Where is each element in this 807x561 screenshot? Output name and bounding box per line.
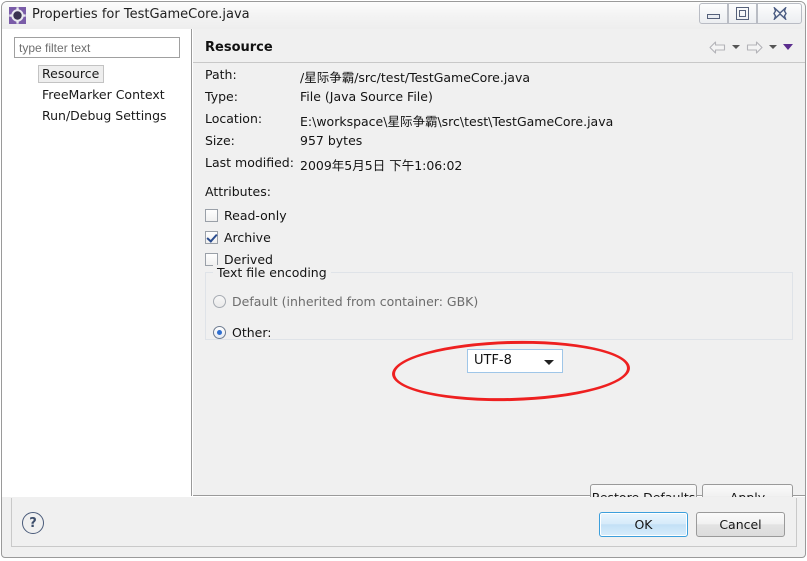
back-history-chevron-down-icon[interactable] [728, 38, 743, 56]
cancel-button[interactable]: Cancel [696, 512, 785, 537]
checkbox-archive[interactable]: Archive [205, 228, 271, 246]
property-value: 2009年5月5日 下午1:06:02 [300, 158, 463, 173]
property-label: Path: [205, 67, 237, 82]
tree-item-run-debug-settings[interactable]: Run/Debug Settings [38, 107, 172, 125]
help-icon[interactable]: ? [22, 512, 44, 534]
radio-encoding-default[interactable]: Default (inherited from container: GBK) [213, 292, 478, 310]
property-row-last-modified: Last modified: 2009年5月5日 下午1:06:02 [205, 155, 462, 174]
checkbox-read-only[interactable]: Read-only [205, 206, 287, 224]
filter-input[interactable] [14, 37, 180, 58]
restore-icon [729, 4, 756, 23]
checkbox-icon [205, 252, 218, 266]
close-button[interactable] [757, 3, 802, 24]
properties-dialog-window: Properties for TestGameCore.java Resourc… [0, 0, 807, 561]
tree-item-freemarker-context[interactable]: FreeMarker Context [38, 86, 170, 104]
page-header-separator [193, 62, 805, 63]
dialog-content: Resource FreeMarker Context Run/Debug Se… [2, 29, 805, 526]
title-bar[interactable]: Properties for TestGameCore.java [2, 2, 805, 29]
property-value: /星际争霸/src/test/TestGameCore.java [300, 70, 531, 85]
settings-tree-panel: Resource FreeMarker Context Run/Debug Se… [2, 29, 192, 496]
close-icon [758, 4, 801, 23]
checkbox-label: Archive [224, 229, 271, 245]
property-row-path: Path: /星际争霸/src/test/TestGameCore.java [205, 67, 530, 86]
checkbox-label: Read-only [224, 207, 287, 223]
minimize-button[interactable] [699, 3, 728, 24]
property-label: Location: [205, 111, 263, 126]
property-row-location: Location: E:\workspace\星际争霸\src\test\Test… [205, 111, 613, 130]
resource-page-panel: Resource Path: /星际争霸/src/test/TestGameCo… [193, 29, 805, 510]
encoding-combo-value: UTF-8 [474, 353, 512, 368]
property-label: Size: [205, 133, 235, 148]
property-value: File (Java Source File) [300, 89, 433, 104]
forward-arrow-icon[interactable] [743, 38, 765, 56]
page-title: Resource [205, 40, 273, 55]
restore-button[interactable] [728, 3, 757, 24]
radio-selected-icon [213, 325, 226, 339]
property-row-type: Type: File (Java Source File) [205, 89, 433, 104]
page-navigation-toolbar [706, 38, 795, 56]
attributes-label: Attributes: [205, 184, 271, 199]
property-value: 957 bytes [300, 133, 363, 148]
forward-history-chevron-down-icon[interactable] [765, 38, 780, 56]
checkbox-checked-icon [205, 230, 218, 244]
view-menu-chevron-icon[interactable] [780, 38, 795, 56]
radio-label: Other: [232, 324, 272, 340]
checkbox-icon [205, 208, 218, 222]
back-arrow-icon[interactable] [706, 38, 728, 56]
text-file-encoding-group-title: Text file encoding [213, 265, 331, 280]
tree-row: Run/Debug Settings [2, 107, 192, 128]
property-label: Last modified: [205, 155, 294, 170]
radio-icon [213, 294, 226, 308]
combo-dropdown-arrow-icon [544, 360, 554, 365]
property-row-size: Size: 957 bytes [205, 133, 362, 148]
tree-item-resource[interactable]: Resource [38, 65, 105, 83]
window-title: Properties for TestGameCore.java [32, 7, 250, 22]
ok-button[interactable]: OK [599, 512, 688, 537]
property-label: Type: [205, 89, 238, 104]
encoding-combo-box[interactable]: UTF-8 [467, 349, 563, 373]
properties-gear-icon [9, 7, 26, 24]
tree-row: FreeMarker Context [2, 86, 192, 107]
property-value: E:\workspace\星际争霸\src\test\TestGameCore.… [300, 114, 614, 129]
minimize-icon [700, 4, 727, 23]
radio-label: Default (inherited from container: GBK) [232, 293, 479, 309]
settings-tree-list: Resource FreeMarker Context Run/Debug Se… [2, 65, 192, 128]
tree-row: Resource [2, 65, 192, 86]
radio-encoding-other[interactable]: Other: [213, 323, 271, 341]
